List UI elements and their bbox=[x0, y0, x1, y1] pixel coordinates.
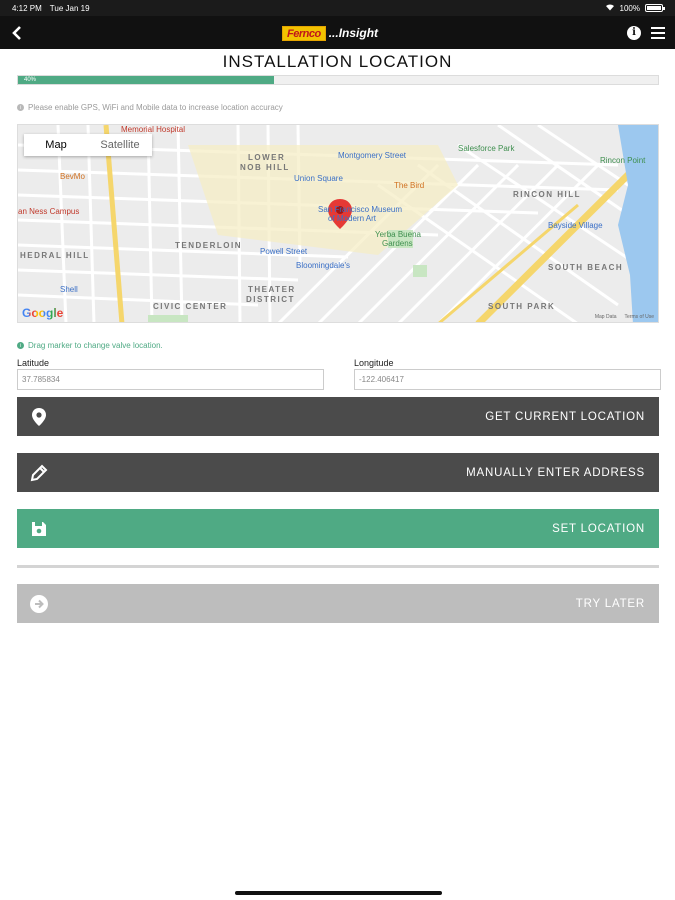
terms-link[interactable]: Terms of Use bbox=[625, 314, 654, 320]
nav-bar: Fernco ...Insight i bbox=[0, 16, 675, 49]
area-rincon-hill: RINCON HILL bbox=[513, 190, 582, 199]
poi-powell-street: Powell Street bbox=[260, 247, 308, 256]
poi-yerba-buena: Yerba Buena bbox=[375, 230, 421, 239]
manually-enter-address-label: MANUALLY ENTER ADDRESS bbox=[466, 466, 645, 479]
get-current-location-label: GET CURRENT LOCATION bbox=[485, 410, 645, 423]
poi-bevmo: BevMo bbox=[60, 172, 85, 181]
poi-van-ness-campus: an Ness Campus bbox=[18, 207, 80, 216]
drag-hint: i Drag marker to change valve location. bbox=[17, 341, 163, 350]
hamburger-menu-icon[interactable] bbox=[651, 26, 665, 39]
floppy-disk-icon bbox=[30, 520, 48, 538]
area-district: DISTRICT bbox=[246, 295, 295, 304]
poi-shell: Shell bbox=[60, 285, 78, 294]
gps-hint-text: Please enable GPS, WiFi and Mobile data … bbox=[28, 103, 283, 112]
poi-memorial-hospital: Memorial Hospital bbox=[121, 125, 186, 134]
back-button[interactable] bbox=[0, 16, 34, 49]
status-time: 4:12 PM bbox=[12, 3, 42, 13]
battery-percent: 100% bbox=[619, 3, 640, 13]
brand-logo-mark: Fernco bbox=[282, 25, 326, 41]
poi-montgomery-street: Montgomery Street bbox=[338, 151, 407, 160]
area-tenderloin: TENDERLOIN bbox=[175, 241, 242, 250]
try-later-label: TRY LATER bbox=[575, 597, 645, 610]
latitude-label: Latitude bbox=[17, 358, 50, 368]
progress-fill bbox=[18, 76, 274, 84]
home-indicator bbox=[235, 891, 442, 895]
longitude-field[interactable]: -122.406417 bbox=[354, 369, 661, 390]
brand-logo: Fernco ...Insight bbox=[282, 22, 378, 44]
area-south-beach: SOUTH BEACH bbox=[548, 263, 624, 272]
set-location-label: SET LOCATION bbox=[552, 522, 645, 535]
gps-hint: i Please enable GPS, WiFi and Mobile dat… bbox=[17, 103, 283, 112]
progress-label: 40% bbox=[24, 77, 37, 83]
info-button[interactable]: i bbox=[627, 25, 641, 40]
poi-yerba-buena-2: Gardens bbox=[382, 239, 413, 248]
chevron-left-icon bbox=[12, 25, 21, 40]
map-tab[interactable]: Map bbox=[24, 134, 88, 156]
manually-enter-address-button[interactable]: MANUALLY ENTER ADDRESS bbox=[17, 453, 659, 492]
poi-union-square: Union Square bbox=[294, 174, 343, 183]
info-icon: i bbox=[632, 27, 636, 38]
poi-sfmoma: San Francisco Museum bbox=[318, 205, 403, 214]
area-nob-hill: NOB HILL bbox=[240, 163, 290, 172]
poi-salesforce-park: Salesforce Park bbox=[458, 144, 515, 153]
battery-icon bbox=[645, 4, 665, 12]
map-data-link[interactable]: Map Data bbox=[595, 314, 617, 320]
map-view[interactable]: Map Satellite LOWER NOB HILL TENDERLOIN … bbox=[17, 124, 659, 323]
status-bar: 4:12 PM Tue Jan 19 100% bbox=[0, 0, 675, 16]
divider bbox=[17, 565, 659, 568]
area-civic-center: CIVIC CENTER bbox=[153, 302, 228, 311]
area-south-park: SOUTH PARK bbox=[488, 302, 556, 311]
wifi-icon bbox=[605, 3, 615, 13]
page-title: INSTALLATION LOCATION bbox=[222, 52, 453, 71]
set-location-button[interactable]: SET LOCATION bbox=[17, 509, 659, 548]
brand-suffix: ...Insight bbox=[328, 26, 379, 40]
poi-sfmoma-2: of Modern Art bbox=[328, 214, 377, 223]
poi-the-bird: The Bird bbox=[394, 181, 425, 190]
info-icon: i bbox=[17, 104, 24, 111]
satellite-tab[interactable]: Satellite bbox=[88, 134, 152, 156]
status-date: Tue Jan 19 bbox=[49, 3, 90, 13]
poi-bayside-village: Bayside Village bbox=[548, 221, 603, 230]
area-hedral-hill: HEDRAL HILL bbox=[20, 251, 90, 260]
map-attribution: Map Data Terms of Use bbox=[595, 314, 654, 320]
longitude-label: Longitude bbox=[354, 358, 394, 368]
poi-bloomingdales: Bloomingdale's bbox=[296, 261, 351, 270]
latitude-field[interactable]: 37.785834 bbox=[17, 369, 324, 390]
arrow-right-circle-icon bbox=[30, 594, 48, 613]
try-later-button[interactable]: TRY LATER bbox=[17, 584, 659, 623]
drag-hint-text: Drag marker to change valve location. bbox=[28, 341, 163, 350]
info-icon: i bbox=[17, 342, 24, 349]
area-lower: LOWER bbox=[248, 153, 286, 162]
get-current-location-button[interactable]: GET CURRENT LOCATION bbox=[17, 397, 659, 436]
progress-bar: 40% bbox=[17, 75, 659, 85]
poi-rincon-point: Rincon Point bbox=[600, 156, 646, 165]
map-type-toggle[interactable]: Map Satellite bbox=[24, 134, 152, 156]
pencil-icon bbox=[30, 464, 48, 482]
area-theater: THEATER bbox=[248, 285, 296, 294]
location-pin-icon bbox=[30, 407, 48, 426]
google-logo: Google bbox=[22, 306, 64, 320]
